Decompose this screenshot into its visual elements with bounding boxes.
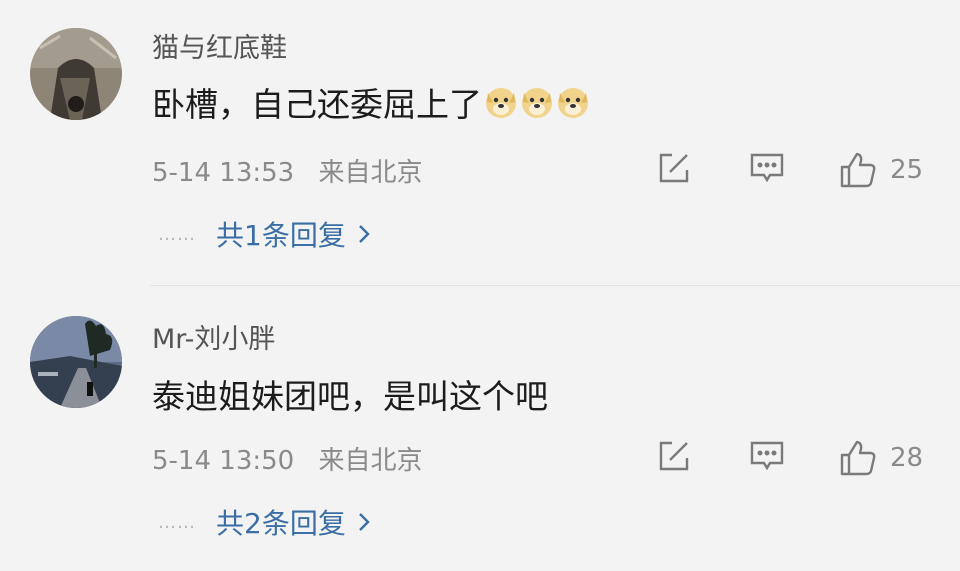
comment-text-body: 卧槽，自己还委屈上了 xyxy=(152,85,482,124)
share-edit-icon xyxy=(659,441,689,471)
dots-separator: …… xyxy=(158,223,196,245)
comment-text-body: 泰迪姐妹团吧，是叫这个吧 xyxy=(152,377,548,416)
avatar[interactable] xyxy=(30,316,122,408)
like-button[interactable]: 25 xyxy=(838,150,923,190)
reply-count-link[interactable]: 共1条回复 xyxy=(216,214,346,254)
location: 来自北京 xyxy=(318,158,423,188)
comment-button[interactable] xyxy=(749,150,785,186)
share-button[interactable] xyxy=(656,438,692,474)
username[interactable]: Mr-刘小胖 xyxy=(152,317,275,356)
share-button[interactable] xyxy=(656,150,692,186)
share-edit-icon xyxy=(659,153,689,183)
like-count: 25 xyxy=(890,155,924,185)
doge-emoji-icon xyxy=(558,88,588,118)
thumbs-up-icon xyxy=(840,440,876,476)
like-count: 28 xyxy=(890,443,924,473)
comment-text: 泰迪姐妹团吧，是叫这个吧 xyxy=(152,370,548,418)
comment-meta: 5-14 13:50 来自北京 xyxy=(152,440,422,477)
like-button[interactable]: 28 xyxy=(838,438,923,478)
comment-item: 猫与红底鞋 卧槽，自己还委屈上了 5-14 13:53 来自北京 25 …… 共… xyxy=(0,0,960,286)
timestamp: 5-14 13:50 xyxy=(152,446,295,476)
comment-icon xyxy=(750,441,784,471)
location: 来自北京 xyxy=(318,446,423,476)
avatar[interactable] xyxy=(30,28,122,120)
emoji-group xyxy=(484,85,592,119)
dots-separator: …… xyxy=(158,511,196,533)
comment-button[interactable] xyxy=(749,438,785,474)
chevron-right-icon xyxy=(358,513,370,531)
timestamp: 5-14 13:53 xyxy=(152,158,295,188)
doge-emoji-icon xyxy=(522,88,552,118)
thumbs-up-icon xyxy=(840,152,876,188)
username[interactable]: 猫与红底鞋 xyxy=(152,26,287,65)
replies-row[interactable]: …… 共1条回复 xyxy=(158,214,372,254)
comment-icon xyxy=(750,153,784,183)
doge-emoji-icon xyxy=(486,88,516,118)
replies-row[interactable]: …… 共2条回复 xyxy=(158,502,372,542)
comment-item: Mr-刘小胖 泰迪姐妹团吧，是叫这个吧 5-14 13:50 来自北京 28 …… xyxy=(0,286,960,571)
comment-text: 卧槽，自己还委屈上了 xyxy=(152,78,592,126)
reply-count-link[interactable]: 共2条回复 xyxy=(216,502,346,542)
chevron-right-icon xyxy=(358,225,370,243)
comment-meta: 5-14 13:53 来自北京 xyxy=(152,152,422,189)
